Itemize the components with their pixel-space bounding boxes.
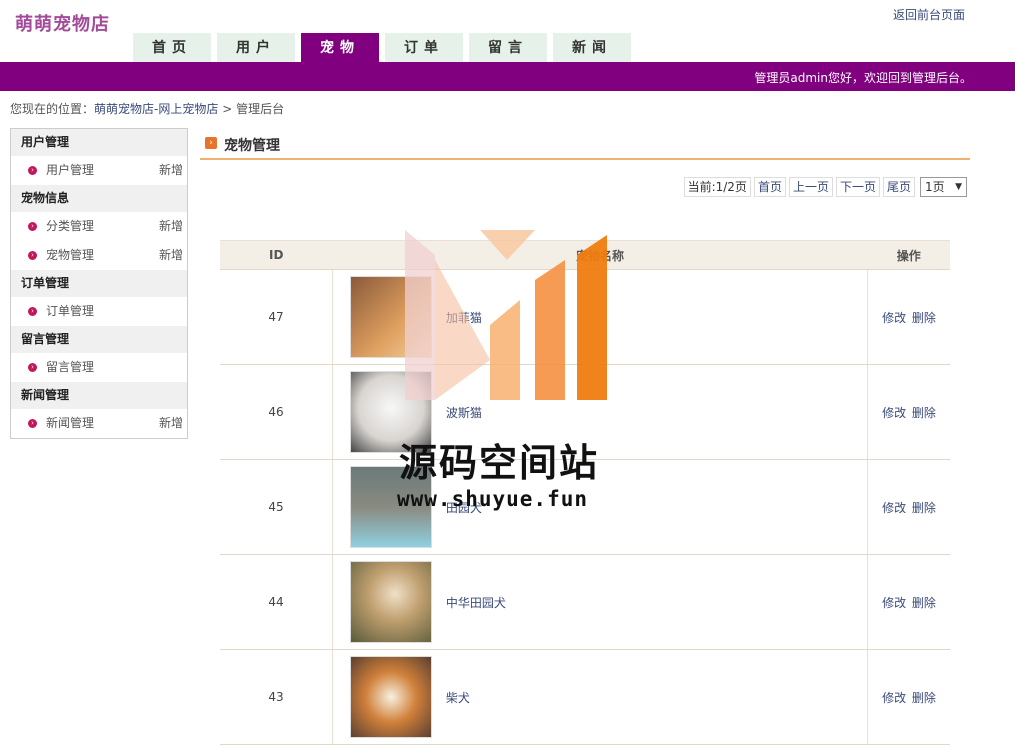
header-name: 宠物名称 xyxy=(332,240,868,270)
row-ops: 修改 删除 xyxy=(867,649,950,745)
edit-link[interactable]: 修改 xyxy=(882,596,906,610)
site-logo[interactable]: 萌萌宠物店 xyxy=(15,10,110,36)
sidebar-add-news-link[interactable]: 新增 xyxy=(159,409,183,438)
header-id: ID xyxy=(220,240,333,270)
row-id: 46 xyxy=(220,364,333,460)
sidebar-add-pet-link[interactable]: 新增 xyxy=(159,241,183,270)
sidebar: 用户管理 › 用户管理 新增 宠物信息 › 分类管理 新增 › 宠物管理 新增 … xyxy=(10,128,188,439)
table-header-row: ID 宠物名称 操作 xyxy=(220,240,950,270)
delete-link[interactable]: 删除 xyxy=(912,501,936,515)
bullet-icon: › xyxy=(28,363,37,372)
row-id: 43 xyxy=(220,649,333,745)
page-title: 宠物管理 xyxy=(224,138,280,154)
sidebar-item-label[interactable]: 留言管理 xyxy=(46,360,94,374)
sidebar-add-category-link[interactable]: 新增 xyxy=(159,212,183,241)
sidebar-section-pets: 宠物信息 xyxy=(11,185,187,212)
bullet-icon: › xyxy=(28,166,37,175)
sidebar-item-label[interactable]: 用户管理 xyxy=(46,163,94,177)
sidebar-item-user-manage[interactable]: › 用户管理 新增 xyxy=(11,156,187,185)
pet-thumbnail[interactable] xyxy=(350,656,432,738)
sidebar-item-label[interactable]: 分类管理 xyxy=(46,219,94,233)
edit-link[interactable]: 修改 xyxy=(882,691,906,705)
sidebar-add-user-link[interactable]: 新增 xyxy=(159,156,183,185)
breadcrumb: 您现在的位置：萌萌宠物店-网上宠物店 > 管理后台 xyxy=(10,100,284,117)
header-banner: 管理员admin您好，欢迎回到管理后台。 xyxy=(0,62,1015,91)
row-ops: 修改 删除 xyxy=(867,554,950,650)
row-name-cell: 加菲猫 xyxy=(332,269,868,365)
watermark-title: 源码空间站 xyxy=(399,441,600,485)
sidebar-item-order-manage[interactable]: › 订单管理 xyxy=(11,297,187,326)
row-id: 44 xyxy=(220,554,333,650)
bullet-icon: › xyxy=(28,251,37,260)
sidebar-item-news-manage[interactable]: › 新闻管理 新增 xyxy=(11,409,187,438)
pager-next[interactable]: 下一页 xyxy=(835,177,880,197)
breadcrumb-prefix: 您现在的位置： xyxy=(10,102,95,116)
page-select[interactable]: 1页 ▼ xyxy=(920,177,967,197)
sidebar-section-news: 新闻管理 xyxy=(11,382,187,409)
pet-name-link[interactable]: 中华田园犬 xyxy=(446,594,506,611)
breadcrumb-current: 管理后台 xyxy=(236,102,285,116)
row-id: 47 xyxy=(220,269,333,365)
edit-link[interactable]: 修改 xyxy=(882,406,906,420)
pager-prev[interactable]: 上一页 xyxy=(788,177,833,197)
sidebar-section-users: 用户管理 xyxy=(11,129,187,156)
welcome-text: 管理员admin您好，欢迎回到管理后台。 xyxy=(754,71,972,85)
sidebar-item-label[interactable]: 宠物管理 xyxy=(46,248,94,262)
sidebar-item-label[interactable]: 订单管理 xyxy=(46,304,94,318)
row-name-cell: 柴犬 xyxy=(332,649,868,745)
tab-news[interactable]: 新闻 xyxy=(553,33,631,62)
pager-first[interactable]: 首页 xyxy=(753,177,786,197)
pager-last[interactable]: 尾页 xyxy=(882,177,915,197)
delete-link[interactable]: 删除 xyxy=(912,596,936,610)
main-nav: 首页 用户 宠物 订单 留言 新闻 xyxy=(133,33,637,62)
tab-pets[interactable]: 宠物 xyxy=(301,33,379,62)
sidebar-section-orders: 订单管理 xyxy=(11,270,187,297)
pet-name-link[interactable]: 波斯猫 xyxy=(446,404,482,421)
title-divider xyxy=(200,158,970,160)
bullet-icon: › xyxy=(28,222,37,231)
edit-link[interactable]: 修改 xyxy=(882,501,906,515)
tab-orders[interactable]: 订单 xyxy=(385,33,463,62)
row-ops: 修改 删除 xyxy=(867,269,950,365)
sidebar-item-message-manage[interactable]: › 留言管理 xyxy=(11,353,187,382)
sidebar-section-messages: 留言管理 xyxy=(11,326,187,353)
delete-link[interactable]: 删除 xyxy=(912,311,936,325)
tab-home[interactable]: 首页 xyxy=(133,33,211,62)
table-row: 44 中华田园犬 修改 删除 xyxy=(220,554,950,650)
back-to-frontend-link[interactable]: 返回前台页面 xyxy=(893,6,965,23)
breadcrumb-home-link[interactable]: 萌萌宠物店-网上宠物店 xyxy=(94,102,218,116)
bullet-icon: › xyxy=(28,419,37,428)
delete-link[interactable]: 删除 xyxy=(912,406,936,420)
breadcrumb-separator: > xyxy=(222,102,233,116)
row-ops: 修改 删除 xyxy=(867,364,950,460)
page-select-value: 1页 xyxy=(925,180,945,194)
table-row: 47 加菲猫 修改 删除 xyxy=(220,269,950,365)
header-ops: 操作 xyxy=(867,240,950,270)
pet-thumbnail[interactable] xyxy=(350,276,432,358)
tab-messages[interactable]: 留言 xyxy=(469,33,547,62)
pagination: 当前:1/2页 首页 上一页 下一页 尾页 1页 ▼ xyxy=(681,177,967,197)
pet-name-link[interactable]: 柴犬 xyxy=(446,689,470,706)
watermark-url: www.shuyue.fun xyxy=(397,487,589,511)
pet-name-link[interactable]: 加菲猫 xyxy=(446,309,482,326)
row-id: 45 xyxy=(220,459,333,555)
sidebar-item-category-manage[interactable]: › 分类管理 新增 xyxy=(11,212,187,241)
pet-thumbnail[interactable] xyxy=(350,561,432,643)
chevron-down-icon: ▼ xyxy=(955,182,962,192)
edit-link[interactable]: 修改 xyxy=(882,311,906,325)
row-name-cell: 中华田园犬 xyxy=(332,554,868,650)
pager-current: 当前:1/2页 xyxy=(683,177,751,197)
bullet-icon: › xyxy=(28,307,37,316)
sidebar-item-label[interactable]: 新闻管理 xyxy=(46,416,94,430)
row-ops: 修改 删除 xyxy=(867,459,950,555)
arrow-right-icon: › xyxy=(205,137,217,149)
sidebar-item-pet-manage[interactable]: › 宠物管理 新增 xyxy=(11,241,187,270)
table-row: 43 柴犬 修改 删除 xyxy=(220,649,950,745)
delete-link[interactable]: 删除 xyxy=(912,691,936,705)
tab-users[interactable]: 用户 xyxy=(217,33,295,62)
